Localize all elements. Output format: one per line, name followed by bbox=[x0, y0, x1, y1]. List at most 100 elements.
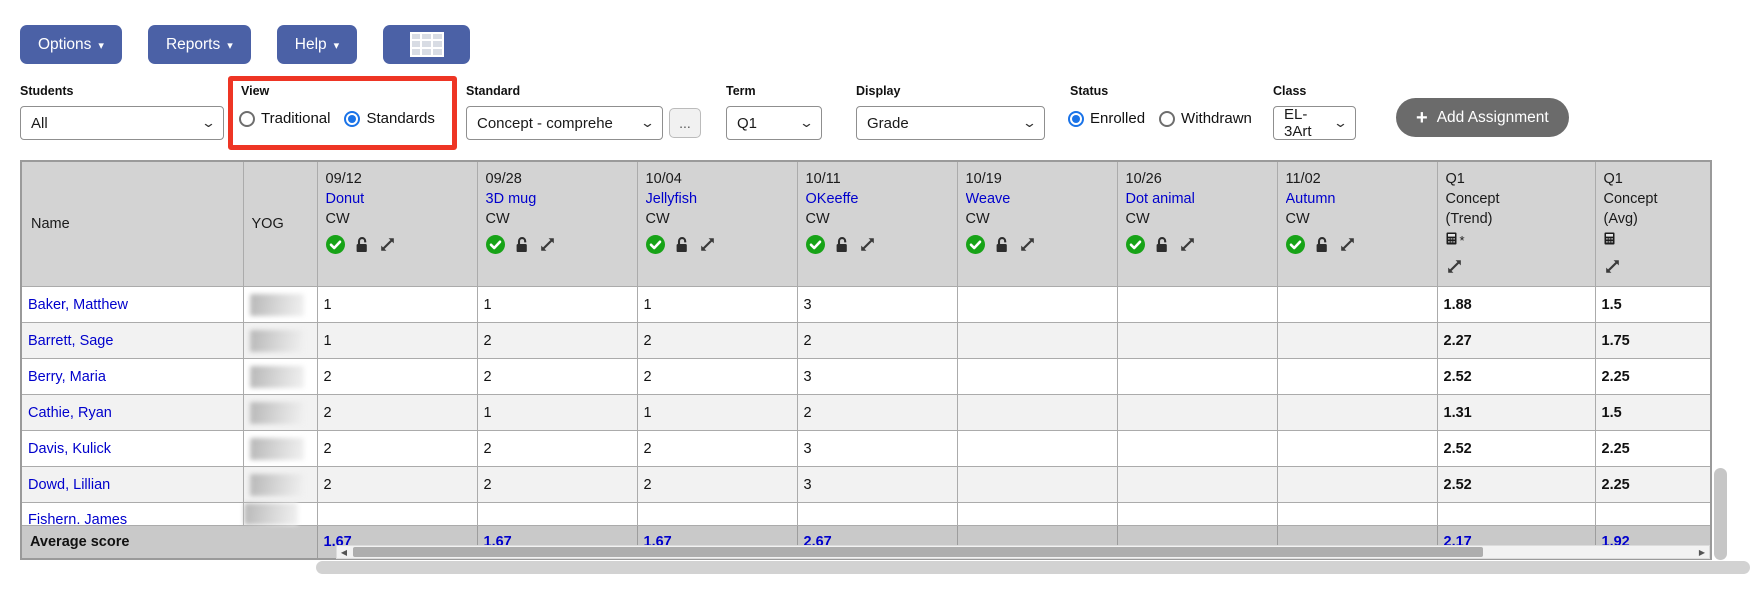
student-link[interactable]: Fishern, James bbox=[28, 512, 127, 524]
check-circle-icon[interactable] bbox=[645, 235, 665, 254]
standard-more-button[interactable]: ... bbox=[669, 108, 701, 138]
score-cell[interactable]: 2 bbox=[476, 430, 638, 467]
status-option-enrolled[interactable]: Enrolled bbox=[1068, 110, 1145, 127]
expand-diagonal-icon[interactable] bbox=[1019, 236, 1036, 253]
score-cell[interactable]: 2 bbox=[316, 466, 478, 503]
assignment-name-link[interactable]: Jellyfish bbox=[646, 191, 698, 207]
view-option-traditional[interactable]: Traditional bbox=[239, 110, 330, 127]
score-cell[interactable]: 2 bbox=[476, 322, 638, 359]
standard-select[interactable]: Concept - comprehe ⌄ bbox=[466, 106, 663, 140]
expand-diagonal-icon[interactable] bbox=[1339, 236, 1356, 253]
score-cell[interactable] bbox=[1276, 286, 1438, 323]
student-link[interactable]: Davis, Kulick bbox=[28, 441, 111, 457]
help-button[interactable]: Help ▾ bbox=[276, 25, 358, 64]
expand-diagonal-icon[interactable] bbox=[1446, 258, 1463, 275]
score-cell[interactable] bbox=[956, 466, 1118, 503]
score-cell[interactable]: 3 bbox=[796, 358, 958, 395]
add-assignment-button[interactable]: + Add Assignment bbox=[1396, 98, 1569, 137]
status-option-withdrawn[interactable]: Withdrawn bbox=[1159, 110, 1252, 127]
student-link[interactable]: Barrett, Sage bbox=[28, 333, 113, 349]
score-cell[interactable] bbox=[956, 358, 1118, 395]
student-link[interactable]: Berry, Maria bbox=[28, 369, 106, 385]
score-cell[interactable] bbox=[796, 502, 958, 526]
score-cell[interactable]: 2 bbox=[796, 322, 958, 359]
unlock-open-icon[interactable] bbox=[514, 236, 530, 253]
score-cell[interactable] bbox=[1276, 502, 1438, 526]
expand-diagonal-icon[interactable] bbox=[379, 236, 396, 253]
score-cell[interactable] bbox=[1276, 430, 1438, 467]
assignment-name-link[interactable]: 3D mug bbox=[486, 191, 537, 207]
vertical-scrollbar-thumb[interactable] bbox=[1714, 468, 1727, 560]
view-option-standards[interactable]: Standards bbox=[344, 110, 435, 127]
score-cell[interactable] bbox=[476, 502, 638, 526]
display-select[interactable]: Grade ⌄ bbox=[856, 106, 1045, 140]
assignment-name-link[interactable]: Weave bbox=[966, 191, 1011, 207]
score-cell[interactable] bbox=[1116, 322, 1278, 359]
score-cell[interactable] bbox=[1116, 358, 1278, 395]
score-cell[interactable]: 2 bbox=[476, 466, 638, 503]
score-cell[interactable] bbox=[956, 286, 1118, 323]
score-cell[interactable] bbox=[1116, 502, 1278, 526]
score-cell[interactable] bbox=[1276, 358, 1438, 395]
grid-view-button[interactable] bbox=[383, 25, 471, 64]
unlock-open-icon[interactable] bbox=[674, 236, 690, 253]
check-circle-icon[interactable] bbox=[325, 235, 345, 254]
score-cell[interactable]: 2 bbox=[636, 466, 798, 503]
score-cell[interactable] bbox=[1276, 466, 1438, 503]
check-circle-icon[interactable] bbox=[485, 235, 505, 254]
score-cell[interactable] bbox=[316, 502, 478, 526]
score-cell[interactable]: 1 bbox=[476, 286, 638, 323]
score-cell[interactable]: 1 bbox=[636, 394, 798, 431]
score-cell[interactable]: 3 bbox=[796, 466, 958, 503]
unlock-open-icon[interactable] bbox=[994, 236, 1010, 253]
outer-horizontal-scrollbar[interactable] bbox=[316, 561, 1750, 574]
score-cell[interactable] bbox=[1276, 322, 1438, 359]
score-cell[interactable] bbox=[1276, 394, 1438, 431]
class-select[interactable]: EL-3Art ⌄ bbox=[1273, 106, 1356, 140]
score-cell[interactable]: 2 bbox=[636, 322, 798, 359]
check-circle-icon[interactable] bbox=[965, 235, 985, 254]
score-cell[interactable] bbox=[1116, 466, 1278, 503]
score-cell[interactable] bbox=[1116, 286, 1278, 323]
score-cell[interactable]: 3 bbox=[796, 286, 958, 323]
expand-diagonal-icon[interactable] bbox=[1179, 236, 1196, 253]
score-cell[interactable]: 2 bbox=[636, 358, 798, 395]
score-cell[interactable]: 3 bbox=[796, 430, 958, 467]
score-cell[interactable]: 2 bbox=[796, 394, 958, 431]
scroll-left-arrow[interactable]: ◀ bbox=[337, 546, 351, 558]
score-cell[interactable]: 1 bbox=[476, 394, 638, 431]
score-cell[interactable]: 2 bbox=[636, 430, 798, 467]
unlock-open-icon[interactable] bbox=[1154, 236, 1170, 253]
students-select[interactable]: All ⌄ bbox=[20, 106, 224, 140]
score-cell[interactable] bbox=[1116, 430, 1278, 467]
score-cell[interactable] bbox=[636, 502, 798, 526]
scroll-right-arrow[interactable]: ▶ bbox=[1695, 546, 1709, 558]
score-cell[interactable] bbox=[956, 502, 1118, 526]
score-cell[interactable]: 2 bbox=[316, 430, 478, 467]
unlock-open-icon[interactable] bbox=[834, 236, 850, 253]
score-cell[interactable] bbox=[956, 394, 1118, 431]
score-cell[interactable]: 1 bbox=[316, 322, 478, 359]
check-circle-icon[interactable] bbox=[1125, 235, 1145, 254]
check-circle-icon[interactable] bbox=[805, 235, 825, 254]
student-link[interactable]: Cathie, Ryan bbox=[28, 405, 112, 421]
expand-diagonal-icon[interactable] bbox=[859, 236, 876, 253]
score-cell[interactable] bbox=[956, 430, 1118, 467]
score-cell[interactable]: 2 bbox=[316, 394, 478, 431]
assignment-name-link[interactable]: Dot animal bbox=[1126, 191, 1195, 207]
score-cell[interactable]: 1 bbox=[316, 286, 478, 323]
scrollbar-track[interactable] bbox=[351, 546, 1695, 558]
assignment-name-link[interactable]: Donut bbox=[326, 191, 365, 207]
student-link[interactable]: Dowd, Lillian bbox=[28, 477, 110, 493]
scrollbar-thumb[interactable] bbox=[353, 547, 1483, 557]
unlock-open-icon[interactable] bbox=[1314, 236, 1330, 253]
score-cell[interactable] bbox=[956, 322, 1118, 359]
score-cell[interactable]: 1 bbox=[636, 286, 798, 323]
horizontal-scrollbar[interactable]: ◀ ▶ bbox=[336, 545, 1710, 559]
expand-diagonal-icon[interactable] bbox=[699, 236, 716, 253]
check-circle-icon[interactable] bbox=[1285, 235, 1305, 254]
score-cell[interactable]: 2 bbox=[476, 358, 638, 395]
student-link[interactable]: Baker, Matthew bbox=[28, 297, 128, 313]
expand-diagonal-icon[interactable] bbox=[539, 236, 556, 253]
assignment-name-link[interactable]: OKeeffe bbox=[806, 191, 859, 207]
